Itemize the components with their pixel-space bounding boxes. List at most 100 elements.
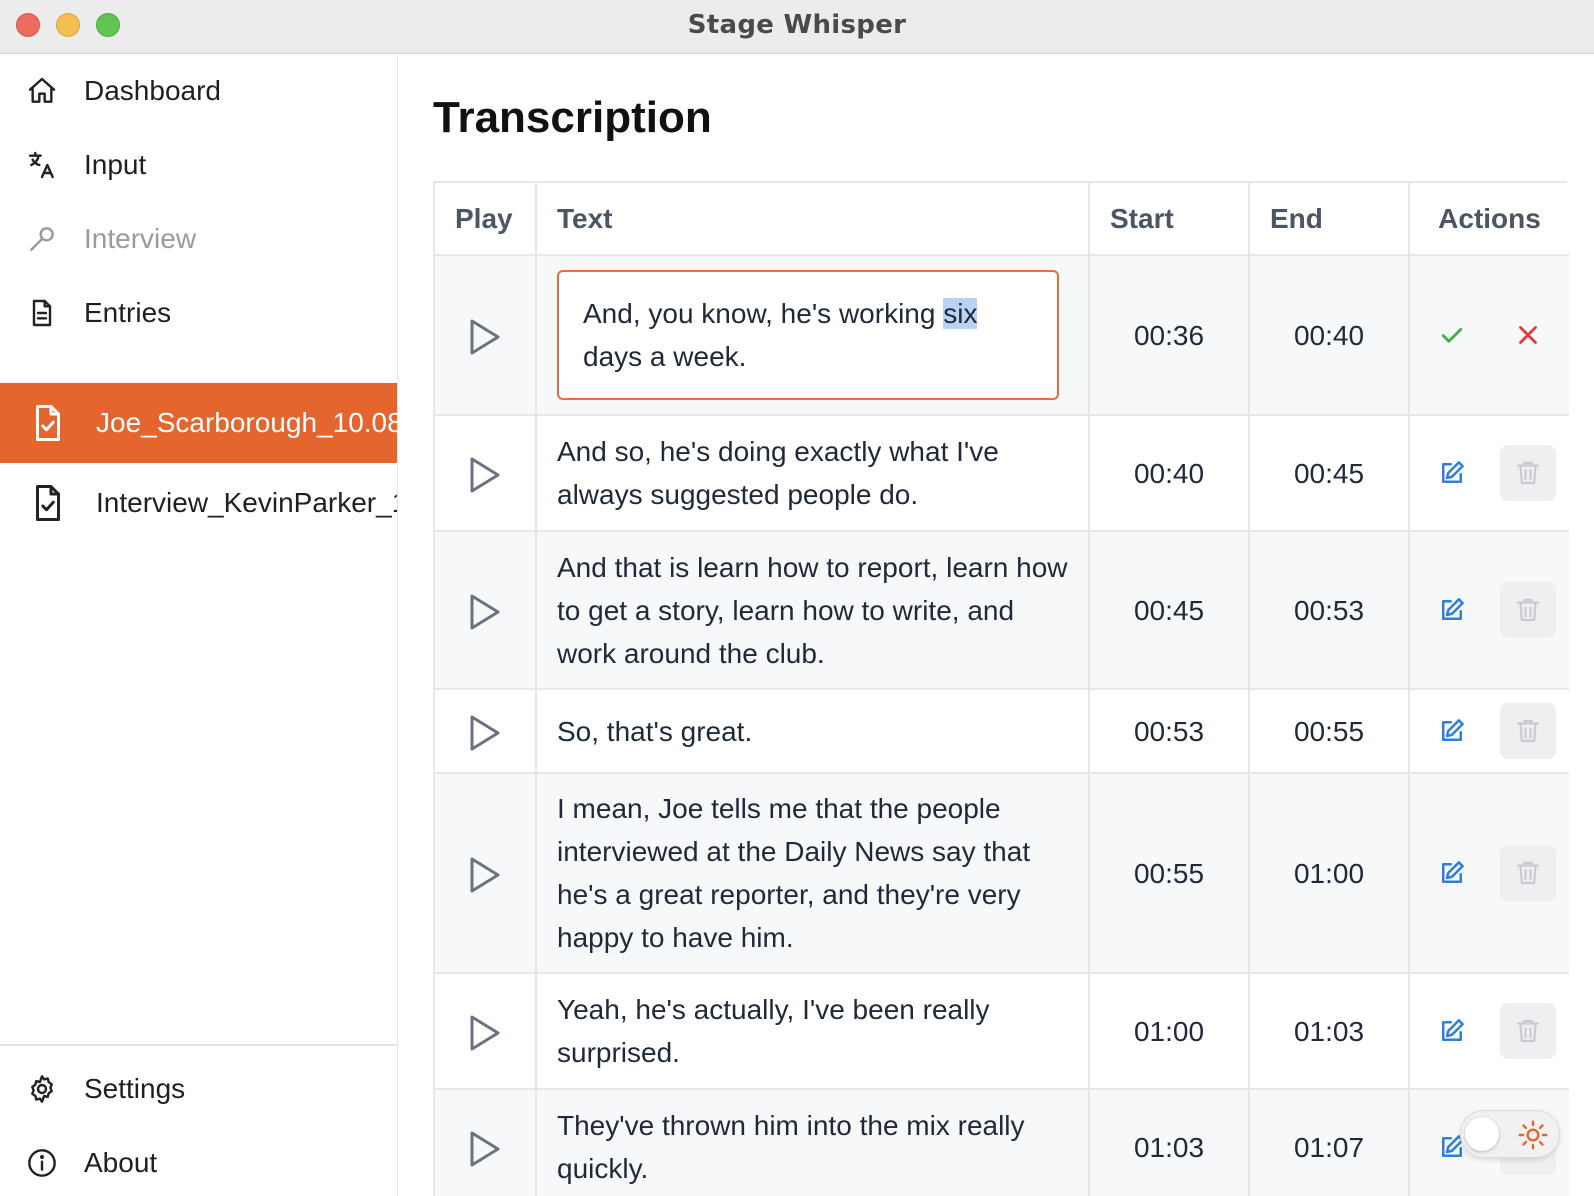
play-icon[interactable] (468, 317, 502, 357)
sidebar-item-label: Dashboard (84, 75, 221, 106)
sidebar-item-interview[interactable]: Interview (0, 207, 397, 271)
start-time: 01:00 (1089, 973, 1250, 1090)
table-row: And that is learn how to report, learn h… (435, 531, 1569, 690)
edit-icon (1441, 461, 1464, 483)
edit-button[interactable] (1424, 845, 1480, 901)
table-row: Yeah, he's actually, I've been really su… (435, 973, 1569, 1090)
table-row: They've thrown him into the mix really q… (435, 1089, 1569, 1196)
sidebar-item-dashboard[interactable]: Dashboard (0, 59, 397, 123)
play-icon[interactable] (468, 1129, 502, 1169)
edit-button[interactable] (1424, 582, 1480, 638)
table-row: And, you know, he's working six days a w… (435, 255, 1569, 416)
actions-cell (1409, 531, 1569, 690)
transcript-text: So, that's great. (536, 689, 1090, 774)
play-cell (435, 531, 537, 690)
end-time: 00:45 (1249, 415, 1410, 532)
delete-button[interactable] (1499, 703, 1556, 759)
play-icon[interactable] (468, 592, 502, 632)
transcript-text: Yeah, he's actually, I've been really su… (536, 973, 1090, 1090)
play-cell (435, 973, 537, 1090)
edit-button[interactable] (1424, 445, 1480, 501)
edit-text-selection: six (943, 298, 978, 329)
gear-icon (31, 1075, 53, 1103)
delete-button[interactable] (1499, 845, 1556, 901)
sidebar-item-label: Entries (84, 297, 172, 328)
theme-toggle[interactable] (1460, 1110, 1560, 1158)
edit-text-after: days a week. (583, 341, 747, 372)
column-header-play: Play (435, 183, 537, 256)
trash-icon (1516, 1019, 1539, 1043)
title-bar: Stage Whisper (0, 0, 1594, 54)
edit-button[interactable] (1424, 703, 1480, 759)
play-icon[interactable] (468, 713, 502, 753)
confirm-edit-button[interactable] (1424, 307, 1480, 363)
start-time: 00:55 (1089, 773, 1250, 974)
transcript-text: And that is learn how to report, learn h… (536, 531, 1090, 690)
window-title: Stage Whisper (687, 10, 907, 40)
edit-text-before: And, you know, he's working (583, 298, 944, 329)
edit-icon (1441, 598, 1464, 620)
transcript-edit-field[interactable]: And, you know, he's working six days a w… (557, 270, 1059, 400)
sidebar-item-label: Input (84, 149, 147, 180)
sun-icon (1518, 1120, 1548, 1150)
trash-icon (1516, 461, 1539, 485)
transcript-text: I mean, Joe tells me that the people int… (536, 773, 1090, 974)
translate-icon (28, 151, 54, 179)
sidebar-item-input[interactable]: Input (0, 133, 397, 197)
file-item-joe-scarborough[interactable]: Joe_Scarborough_10.08 (0, 383, 398, 463)
delete-button[interactable] (1499, 445, 1556, 501)
play-cell (435, 689, 537, 774)
end-time: 01:00 (1249, 773, 1410, 974)
actions-cell (1409, 973, 1569, 1090)
delete-button[interactable] (1499, 1003, 1556, 1059)
start-time: 00:40 (1089, 415, 1250, 532)
end-time: 01:07 (1249, 1089, 1410, 1196)
start-time: 00:36 (1089, 255, 1250, 416)
end-time: 00:55 (1249, 689, 1410, 774)
trash-icon (1516, 719, 1539, 743)
edit-button[interactable] (1424, 1003, 1480, 1059)
start-time: 00:53 (1089, 689, 1250, 774)
cancel-edit-button[interactable] (1500, 307, 1556, 363)
end-time: 01:03 (1249, 973, 1410, 1090)
actions-cell (1409, 415, 1569, 532)
start-time: 00:45 (1089, 531, 1250, 690)
sidebar-item-entries[interactable]: Entries (0, 281, 397, 345)
sidebar: Dashboard Input Interview Entries Joe_Sc… (0, 55, 398, 1196)
microphone-icon (30, 227, 54, 251)
file-check-icon (36, 405, 60, 441)
text-cell: And, you know, he's working six days a w… (536, 255, 1090, 416)
home-icon (28, 77, 56, 103)
play-icon[interactable] (468, 855, 502, 895)
file-item-label: Joe_Scarborough_10.08 (96, 407, 398, 438)
page-title: Transcription (433, 93, 712, 142)
toggle-knob (1465, 1117, 1499, 1151)
play-cell (435, 1089, 537, 1196)
delete-button[interactable] (1499, 582, 1556, 638)
info-icon (28, 1149, 56, 1177)
column-header-start: Start (1089, 183, 1250, 256)
actions-cell (1409, 689, 1569, 774)
sidebar-item-settings[interactable]: Settings (0, 1057, 397, 1121)
trash-icon (1516, 598, 1539, 622)
close-icon (1518, 326, 1537, 344)
transcript-text: And so, he's doing exactly what I've alw… (536, 415, 1090, 532)
table-row: So, that's great. 00:53 00:55 (435, 689, 1569, 774)
sidebar-item-about[interactable]: About (0, 1131, 397, 1195)
document-icon (32, 299, 52, 327)
play-icon[interactable] (468, 1013, 502, 1053)
end-time: 00:53 (1249, 531, 1410, 690)
sidebar-divider (0, 1044, 397, 1046)
play-icon[interactable] (468, 455, 502, 495)
play-cell (435, 773, 537, 974)
file-item-interview-kevinparker[interactable]: Interview_KevinParker_1 (0, 463, 398, 543)
file-item-label: Interview_KevinParker_1 (96, 487, 398, 518)
play-cell (435, 255, 537, 416)
edit-icon (1441, 1019, 1464, 1041)
table-row: I mean, Joe tells me that the people int… (435, 773, 1569, 974)
actions-cell (1409, 773, 1569, 974)
transcription-table: Play Text Start End Actions And, you kno… (433, 181, 1569, 1196)
edit-icon (1441, 719, 1464, 741)
play-cell (435, 415, 537, 532)
column-header-end: End (1249, 183, 1410, 256)
